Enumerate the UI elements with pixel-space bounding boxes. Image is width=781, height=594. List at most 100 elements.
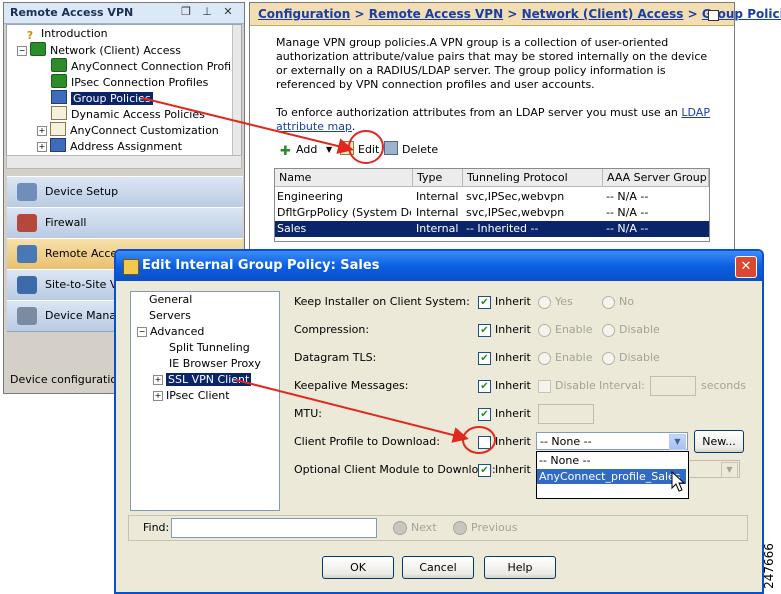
edit-button[interactable]: Edit [340, 140, 379, 160]
compression-label: Compression: [294, 323, 370, 336]
breadcrumb-bar: Configuration > Remote Access VPN > Netw… [250, 3, 781, 26]
tree-item-ssl-vpn-client[interactable]: + SSL VPN Client [153, 372, 252, 388]
left-panel-header: Remote Access VPN ❐ ⊥ ✕ [4, 3, 244, 24]
tree-horizontal-scrollbar[interactable] [6, 155, 242, 169]
network-icon [51, 58, 67, 72]
table-row[interactable]: Engineering Internal svc,IPSec,webvpn --… [275, 189, 709, 205]
ok-button[interactable]: OK [322, 556, 394, 579]
device-setup-icon [17, 183, 37, 201]
breadcrumb-network-client-access[interactable]: Network (Client) Access [522, 7, 684, 21]
maximize-icon[interactable] [708, 10, 719, 21]
cancel-button[interactable]: Cancel [402, 556, 474, 579]
collapse-icon[interactable]: − [17, 46, 27, 56]
find-next-button[interactable]: Next [411, 521, 437, 534]
client-profile-select[interactable]: -- None -- ▼ [536, 432, 688, 450]
dialog-navigation-tree: General Servers − Advanced Split Tunnelin… [130, 291, 280, 511]
column-header-aaa-server-group[interactable]: AAA Server Group [603, 169, 709, 187]
chevron-down-icon[interactable]: ▼ [669, 434, 686, 450]
optional-module-inherit-checkbox[interactable]: ✔ [478, 464, 491, 477]
breadcrumb-remote-access-vpn[interactable]: Remote Access VPN [369, 7, 503, 21]
tree-item-dynamic-access-policies[interactable]: Dynamic Access Policies [51, 106, 205, 122]
client-profile-dropdown-list: -- None -- AnyConnect_profile_Sales [536, 451, 689, 499]
tree-item-introduction[interactable]: ? Introduction [23, 26, 108, 42]
keepalive-interval-input[interactable] [650, 376, 696, 396]
new-profile-button[interactable]: New... [694, 430, 744, 453]
help-button[interactable]: Help [484, 556, 556, 579]
find-next-icon[interactable] [393, 521, 407, 535]
optional-module-label: Optional Client Module to Download: [294, 463, 496, 476]
cell-type: Internal [416, 222, 459, 235]
document-icon [50, 122, 66, 136]
cell-tunneling-protocol: svc,IPSec,webvpn [466, 206, 565, 219]
tree-item-servers[interactable]: Servers [149, 308, 191, 324]
disable-label: Disable [619, 351, 660, 364]
collapse-icon[interactable]: − [137, 327, 147, 337]
tree-item-ie-browser-proxy[interactable]: IE Browser Proxy [169, 356, 261, 372]
tree-item-address-assignment[interactable]: + Address Assignment [37, 138, 182, 154]
pin-icon[interactable]: ⊥ [201, 6, 213, 18]
chevron-down-icon[interactable]: ▼ [721, 462, 738, 478]
breadcrumb-configuration[interactable]: Configuration [258, 7, 350, 21]
find-bar: Find: Next Previous [128, 515, 748, 541]
compression-inherit-checkbox[interactable]: ✔ [478, 324, 491, 337]
dialog-title-bar[interactable]: Edit Internal Group Policy: Sales ✕ [116, 251, 762, 281]
keep-installer-inherit-checkbox[interactable]: ✔ [478, 296, 491, 309]
expand-icon[interactable]: + [37, 126, 47, 136]
ldap-note: To enforce authorization attributes from… [276, 106, 710, 133]
dropdown-option-anyconnect-profile-sales[interactable]: AnyConnect_profile_Sales [537, 469, 686, 484]
compression-disable-radio[interactable] [602, 324, 615, 337]
expand-icon[interactable]: + [153, 375, 163, 385]
keepalive-inherit-checkbox[interactable]: ✔ [478, 380, 491, 393]
tree-item-general[interactable]: General [149, 292, 192, 308]
tree-vertical-scrollbar[interactable] [232, 25, 241, 155]
tree-item-ipsec-connection-profiles[interactable]: IPsec Connection Profiles [51, 74, 208, 90]
compression-enable-radio[interactable] [538, 324, 551, 337]
column-header-name[interactable]: Name [275, 169, 413, 187]
dropdown-option-none[interactable]: -- None -- [537, 453, 686, 468]
delete-button[interactable]: Delete [384, 140, 438, 160]
client-profile-inherit-checkbox[interactable] [478, 436, 491, 449]
table-row-selected[interactable]: Sales Internal -- Inherited -- -- N/A -- [275, 221, 709, 237]
inherit-label: Inherit [495, 407, 531, 420]
expand-icon[interactable]: + [37, 142, 47, 152]
tree-item-network-client-access[interactable]: − Network (Client) Access [17, 42, 181, 58]
keep-installer-no-radio[interactable] [602, 296, 615, 309]
mouse-cursor-icon [671, 471, 685, 492]
find-input[interactable] [171, 518, 377, 538]
dialog-app-icon [123, 259, 139, 275]
tree-item-advanced[interactable]: − Advanced [137, 324, 204, 340]
mtu-input[interactable] [538, 404, 594, 424]
inherit-label: Inherit [495, 323, 531, 336]
cell-tunneling-protocol: svc,IPSec,webvpn [466, 190, 565, 203]
column-header-tunneling-protocol[interactable]: Tunneling Protocol [463, 169, 603, 187]
network-icon [30, 42, 46, 56]
find-previous-icon[interactable] [453, 521, 467, 535]
keep-installer-yes-radio[interactable] [538, 296, 551, 309]
add-button[interactable]: ✚ Add [280, 140, 317, 160]
dialog-close-icon[interactable]: ✕ [735, 256, 757, 278]
datagram-tls-label: Datagram TLS: [294, 351, 377, 364]
add-dropdown-arrow-icon[interactable]: ▼ [326, 140, 332, 160]
datagram-tls-disable-radio[interactable] [602, 352, 615, 365]
tree-item-split-tunneling[interactable]: Split Tunneling [169, 340, 250, 356]
keepalive-disable-checkbox[interactable] [538, 380, 551, 393]
firewall-icon [17, 214, 37, 232]
nav-device-setup[interactable]: Device Setup [7, 176, 243, 208]
close-icon[interactable]: ✕ [222, 6, 234, 18]
mtu-inherit-checkbox[interactable]: ✔ [478, 408, 491, 421]
tree-item-anyconnect-customization[interactable]: + AnyConnect Customization [37, 122, 219, 138]
cell-type: Internal [416, 190, 459, 203]
table-row[interactable]: DfltGrpPolicy (System De... Internal svc… [275, 205, 709, 221]
window-restore-icon[interactable]: ❐ [180, 6, 192, 18]
tree-item-ipsec-client[interactable]: + IPsec Client [153, 388, 230, 404]
device-management-icon [17, 307, 37, 325]
find-previous-button[interactable]: Previous [471, 521, 518, 534]
datagram-tls-inherit-checkbox[interactable]: ✔ [478, 352, 491, 365]
tree-item-group-policies[interactable]: Group Policies [51, 90, 153, 106]
datagram-tls-enable-radio[interactable] [538, 352, 551, 365]
column-header-type[interactable]: Type [413, 169, 463, 187]
cell-tunneling-protocol: -- Inherited -- [466, 222, 539, 235]
nav-firewall[interactable]: Firewall [7, 207, 243, 239]
expand-icon[interactable]: + [153, 391, 163, 401]
tree-item-anyconnect-connection-profiles[interactable]: AnyConnect Connection Profiles [51, 58, 241, 74]
